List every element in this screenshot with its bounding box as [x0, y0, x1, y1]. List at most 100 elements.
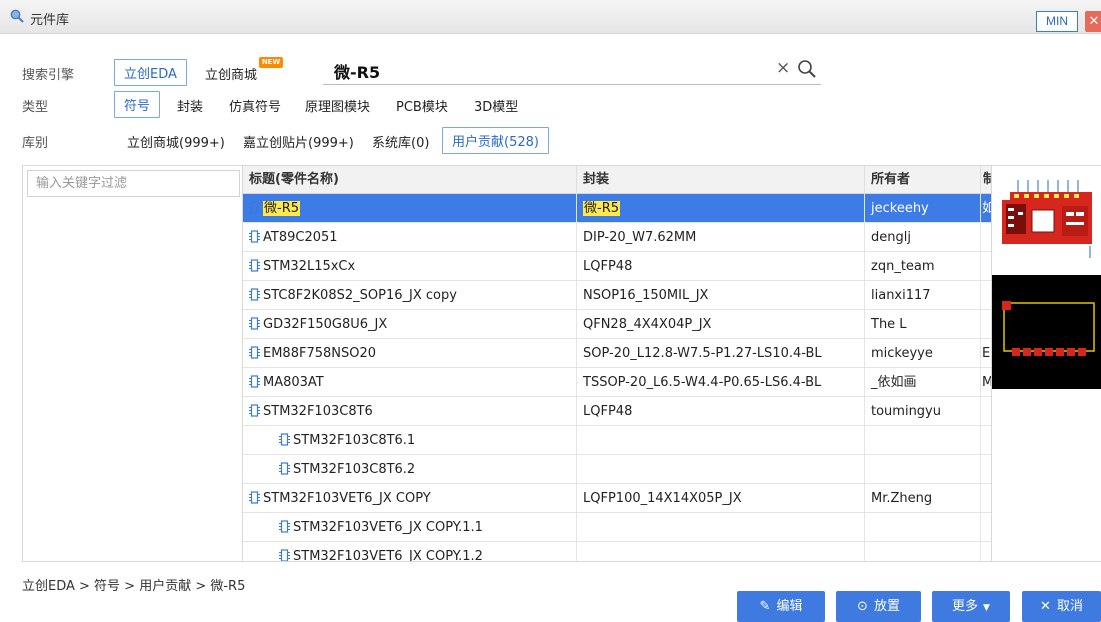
- library-user[interactable]: 用户贡献(528): [442, 127, 549, 154]
- minimize-button[interactable]: MIN: [1036, 11, 1078, 32]
- table-row[interactable]: 微-R5 微-R5 jeckeehy 如: [243, 194, 991, 223]
- type-symbol[interactable]: 符号: [114, 91, 161, 118]
- clear-icon[interactable]: ×: [776, 58, 790, 78]
- table-row[interactable]: STM32F103VET6_JX COPY.1.2: [243, 542, 991, 561]
- cell-title: STM32L15xCx: [243, 252, 577, 281]
- cell-extra: [981, 310, 991, 339]
- breadcrumb: 立创EDA > 符号 > 用户贡献 > 微-R5: [22, 579, 246, 594]
- cell-title: AT89C2051: [243, 223, 577, 252]
- cell-title: STM32F103C8T6: [243, 397, 577, 426]
- filter-input[interactable]: [27, 170, 240, 197]
- cell-title: MA803AT: [243, 368, 577, 397]
- place-button[interactable]: ⊙ 放置: [836, 591, 921, 622]
- cell-package: LQFP48: [577, 397, 865, 426]
- component-icon: [249, 317, 260, 330]
- cell-title-text: STM32F103VET6_JX COPY.1.1: [293, 520, 483, 535]
- new-badge: NEW: [259, 57, 283, 68]
- table-row[interactable]: STM32F103C8T6.2: [243, 455, 991, 484]
- type-pcb-module[interactable]: PCB模块: [396, 96, 448, 115]
- table-row[interactable]: STM32F103C8T6 LQFP48 toumingyu: [243, 397, 991, 426]
- title-bar: 元件库: [0, 0, 1101, 34]
- col-owner[interactable]: 所有者: [865, 166, 981, 194]
- cell-owner: [865, 455, 981, 484]
- cell-title: STM32F103VET6_JX COPY.1.2: [243, 542, 577, 561]
- table-row[interactable]: AT89C2051 DIP-20_W7.62MM denglj: [243, 223, 991, 252]
- table-header: 标题(零件名称) 封装 所有者 制: [243, 166, 991, 194]
- component-icon: [249, 491, 260, 504]
- component-icon: [279, 520, 290, 533]
- cell-owner: zqn_team: [865, 252, 981, 281]
- table-row[interactable]: STM32F103C8T6.1: [243, 426, 991, 455]
- engine-mall[interactable]: 立创商城: [205, 64, 257, 83]
- search-icon[interactable]: [797, 59, 817, 79]
- cell-extra: M: [981, 368, 991, 397]
- cell-owner: denglj: [865, 223, 981, 252]
- cell-title-text: AT89C2051: [263, 230, 338, 245]
- cell-title-text: STC8F2K08S2_SOP16_JX copy: [263, 288, 457, 303]
- cancel-button[interactable]: ✕ 取消: [1022, 591, 1101, 622]
- table-row[interactable]: STM32F103VET6_JX COPY LQFP100_14X14X05P_J…: [243, 484, 991, 513]
- cell-extra: [981, 397, 991, 426]
- cell-owner: [865, 542, 981, 561]
- table-row[interactable]: GD32F150G8U6_JX QFN28_4X4X04P_JX The L: [243, 310, 991, 339]
- cell-extra: [981, 484, 991, 513]
- search-input[interactable]: 微-R5: [334, 59, 380, 83]
- cell-title: 微-R5: [243, 194, 577, 223]
- table-row[interactable]: STC8F2K08S2_SOP16_JX copy NSOP16_150MIL_J…: [243, 281, 991, 310]
- type-sim-symbol[interactable]: 仿真符号: [229, 96, 281, 115]
- location-pin-icon: ⊙: [857, 599, 868, 614]
- cancel-label: 取消: [1056, 599, 1083, 614]
- cell-title: EM88F758NSO20: [243, 339, 577, 368]
- cell-owner-text: denglj: [871, 230, 911, 245]
- search-icon: [10, 9, 24, 23]
- window-title: 元件库: [30, 13, 70, 28]
- close-button[interactable]: ✕: [1085, 11, 1101, 32]
- cell-package: LQFP100_14X14X05P_JX: [577, 484, 865, 513]
- results-table: 标题(零件名称) 封装 所有者 制 微-R5 微-R5 jeckeehy 如 AT89C…: [242, 165, 992, 562]
- component-icon: [249, 375, 260, 388]
- library-jlc[interactable]: 嘉立创贴片(999+): [243, 132, 354, 151]
- table-row[interactable]: MA803AT TSSOP-20_L6.5-W4.4-P0.65-LS6.4-BL…: [243, 368, 991, 397]
- cell-owner: [865, 513, 981, 542]
- type-footprint[interactable]: 封装: [177, 96, 203, 115]
- component-icon: [249, 346, 260, 359]
- type-label: 类型: [22, 100, 49, 115]
- col-title[interactable]: 标题(零件名称): [243, 166, 577, 194]
- cell-title: STM32F103C8T6.1: [243, 426, 577, 455]
- close-icon: ✕: [1040, 599, 1051, 614]
- cell-title: GD32F150G8U6_JX: [243, 310, 577, 339]
- cell-extra: 如: [981, 194, 991, 223]
- cell-title-text: GD32F150G8U6_JX: [263, 317, 388, 332]
- cell-owner-text: jeckeehy: [871, 201, 929, 216]
- cell-owner-text: mickeyye: [871, 346, 933, 361]
- table-row[interactable]: EM88F758NSO20 SOP-20_L12.8-W7.5-P1.27-LS1…: [243, 339, 991, 368]
- col-package[interactable]: 封装: [577, 166, 865, 194]
- cell-title: STM32F103VET6_JX COPY.1.1: [243, 513, 577, 542]
- edit-label: 编辑: [776, 599, 803, 614]
- type-schematic-module[interactable]: 原理图模块: [305, 96, 370, 115]
- type-3d-model[interactable]: 3D模型: [474, 96, 518, 115]
- library-system[interactable]: 系统库(0): [372, 132, 429, 151]
- cell-owner: Mr.Zheng: [865, 484, 981, 513]
- cell-package: [577, 426, 865, 455]
- table-row[interactable]: STM32F103VET6_JX COPY.1.1: [243, 513, 991, 542]
- cell-title-text: 微-R5: [263, 201, 300, 216]
- cell-package: [577, 455, 865, 484]
- cell-package: DIP-20_W7.62MM: [577, 223, 865, 252]
- more-button[interactable]: 更多 ▼: [932, 591, 1010, 622]
- cell-package: SOP-20_L12.8-W7.5-P1.27-LS10.4-BL: [577, 339, 865, 368]
- cell-owner: _依如画: [865, 368, 981, 397]
- edit-button[interactable]: ✎ 编辑: [737, 591, 825, 622]
- cell-owner: toumingyu: [865, 397, 981, 426]
- engine-lceda[interactable]: 立创EDA: [114, 59, 187, 86]
- cell-package: [577, 513, 865, 542]
- component-icon: [249, 288, 260, 301]
- cell-title-text: STM32F103VET6_JX COPY: [263, 491, 431, 506]
- table-row[interactable]: STM32L15xCx LQFP48 zqn_team: [243, 252, 991, 281]
- cell-title-text: STM32F103C8T6: [263, 404, 373, 419]
- cell-package-text: NSOP16_150MIL_JX: [583, 288, 709, 303]
- col-extra[interactable]: 制: [981, 166, 991, 194]
- cell-extra: [981, 455, 991, 484]
- library-mall[interactable]: 立创商城(999+): [127, 132, 225, 151]
- footprint-preview: [992, 275, 1101, 389]
